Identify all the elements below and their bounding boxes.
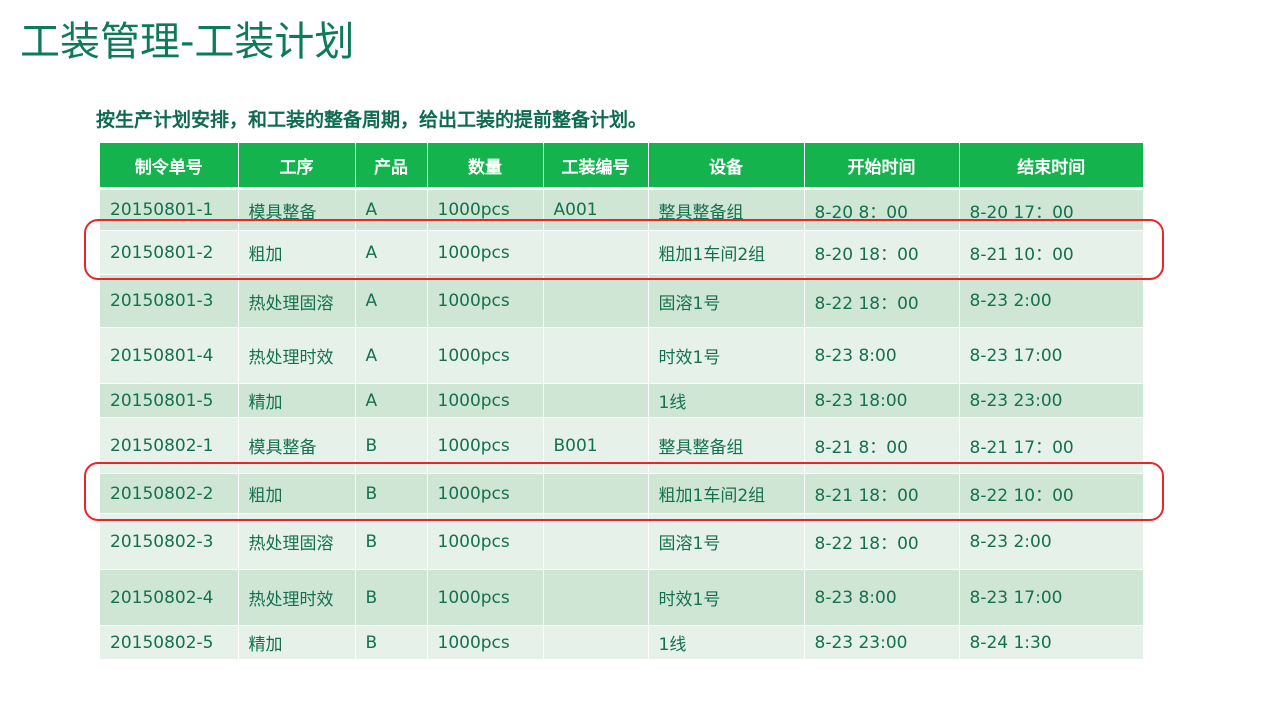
header-equipment: 设备 bbox=[648, 143, 805, 190]
cell-order-no: 20150802-3 bbox=[100, 513, 239, 570]
cell-quantity: 1000pcs bbox=[427, 383, 544, 418]
cell-order-no: 20150801-4 bbox=[100, 327, 239, 384]
cell-start-time: 8-22 18：00 bbox=[804, 274, 960, 328]
cell-process: 热处理时效 bbox=[238, 569, 356, 626]
page-title: 工装管理-工装计划 bbox=[20, 19, 355, 65]
table-row: 20150802-5 精加 B 1000pcs 1线 8-23 23:00 8-24 1:3… bbox=[100, 625, 1143, 660]
cell-equipment: 1线 bbox=[648, 383, 805, 418]
cell-equipment: 时效1号 bbox=[648, 327, 805, 384]
cell-start-time: 8-23 23:00 bbox=[804, 625, 960, 660]
table-row: 20150801-5 精加 A 1000pcs 1线 8-23 18:00 8-23 23:… bbox=[100, 383, 1143, 418]
cell-quantity: 1000pcs bbox=[427, 513, 544, 570]
cell-tooling-no bbox=[543, 383, 649, 418]
cell-process: 精加 bbox=[238, 625, 356, 660]
header-end-time: 结束时间 bbox=[959, 143, 1143, 190]
cell-process: 热处理固溶 bbox=[238, 513, 356, 570]
cell-start-time: 8-23 18:00 bbox=[804, 383, 960, 418]
cell-order-no: 20150802-4 bbox=[100, 569, 239, 626]
cell-equipment: 时效1号 bbox=[648, 569, 805, 626]
cell-equipment: 1线 bbox=[648, 625, 805, 660]
cell-quantity: 1000pcs bbox=[427, 274, 544, 328]
cell-end-time: 8-23 17:00 bbox=[959, 569, 1143, 626]
cell-end-time: 8-23 2:00 bbox=[959, 274, 1143, 328]
cell-product: A bbox=[355, 274, 428, 328]
cell-order-no: 20150801-3 bbox=[100, 274, 239, 328]
header-order-no: 制令单号 bbox=[100, 143, 239, 190]
cell-process: 精加 bbox=[238, 383, 356, 418]
cell-equipment: 固溶1号 bbox=[648, 513, 805, 570]
cell-end-time: 8-23 17:00 bbox=[959, 327, 1143, 384]
table-row: 20150802-3 热处理固溶 B 1000pcs 固溶1号 8-22 18：00 8-2… bbox=[100, 513, 1143, 570]
cell-product: B bbox=[355, 569, 428, 626]
cell-product: A bbox=[355, 327, 428, 384]
header-tooling-no: 工装编号 bbox=[543, 143, 649, 190]
table-row: 20150801-3 热处理固溶 A 1000pcs 固溶1号 8-22 18：00 8-2… bbox=[100, 274, 1143, 328]
table-row: 20150801-4 热处理时效 A 1000pcs 时效1号 8-23 8:00 8-23… bbox=[100, 327, 1143, 384]
cell-product: B bbox=[355, 513, 428, 570]
header-quantity: 数量 bbox=[427, 143, 544, 190]
table-header-row: 制令单号 工序 产品 数量 工装编号 设备 开始时间 结束时间 bbox=[100, 143, 1143, 190]
header-start-time: 开始时间 bbox=[804, 143, 960, 190]
highlight-box-row-7 bbox=[84, 462, 1164, 521]
cell-product: B bbox=[355, 625, 428, 660]
cell-end-time: 8-23 2:00 bbox=[959, 513, 1143, 570]
table-row: 20150802-4 热处理时效 B 1000pcs 时效1号 8-23 8:00 8-23… bbox=[100, 569, 1143, 626]
cell-start-time: 8-23 8:00 bbox=[804, 327, 960, 384]
header-product: 产品 bbox=[355, 143, 428, 190]
cell-equipment: 固溶1号 bbox=[648, 274, 805, 328]
cell-tooling-no bbox=[543, 513, 649, 570]
cell-tooling-no bbox=[543, 327, 649, 384]
highlight-box-row-2 bbox=[84, 219, 1164, 280]
cell-quantity: 1000pcs bbox=[427, 625, 544, 660]
cell-quantity: 1000pcs bbox=[427, 569, 544, 626]
cell-tooling-no bbox=[543, 274, 649, 328]
cell-product: A bbox=[355, 383, 428, 418]
cell-end-time: 8-24 1:30 bbox=[959, 625, 1143, 660]
cell-order-no: 20150802-5 bbox=[100, 625, 239, 660]
cell-tooling-no bbox=[543, 625, 649, 660]
cell-process: 热处理固溶 bbox=[238, 274, 356, 328]
cell-process: 热处理时效 bbox=[238, 327, 356, 384]
cell-end-time: 8-23 23:00 bbox=[959, 383, 1143, 418]
cell-order-no: 20150801-5 bbox=[100, 383, 239, 418]
cell-start-time: 8-23 8:00 bbox=[804, 569, 960, 626]
cell-tooling-no bbox=[543, 569, 649, 626]
cell-start-time: 8-22 18：00 bbox=[804, 513, 960, 570]
page-subtitle: 按生产计划安排，和工装的整备周期，给出工装的提前整备计划。 bbox=[96, 109, 648, 131]
cell-quantity: 1000pcs bbox=[427, 327, 544, 384]
header-process: 工序 bbox=[238, 143, 356, 190]
